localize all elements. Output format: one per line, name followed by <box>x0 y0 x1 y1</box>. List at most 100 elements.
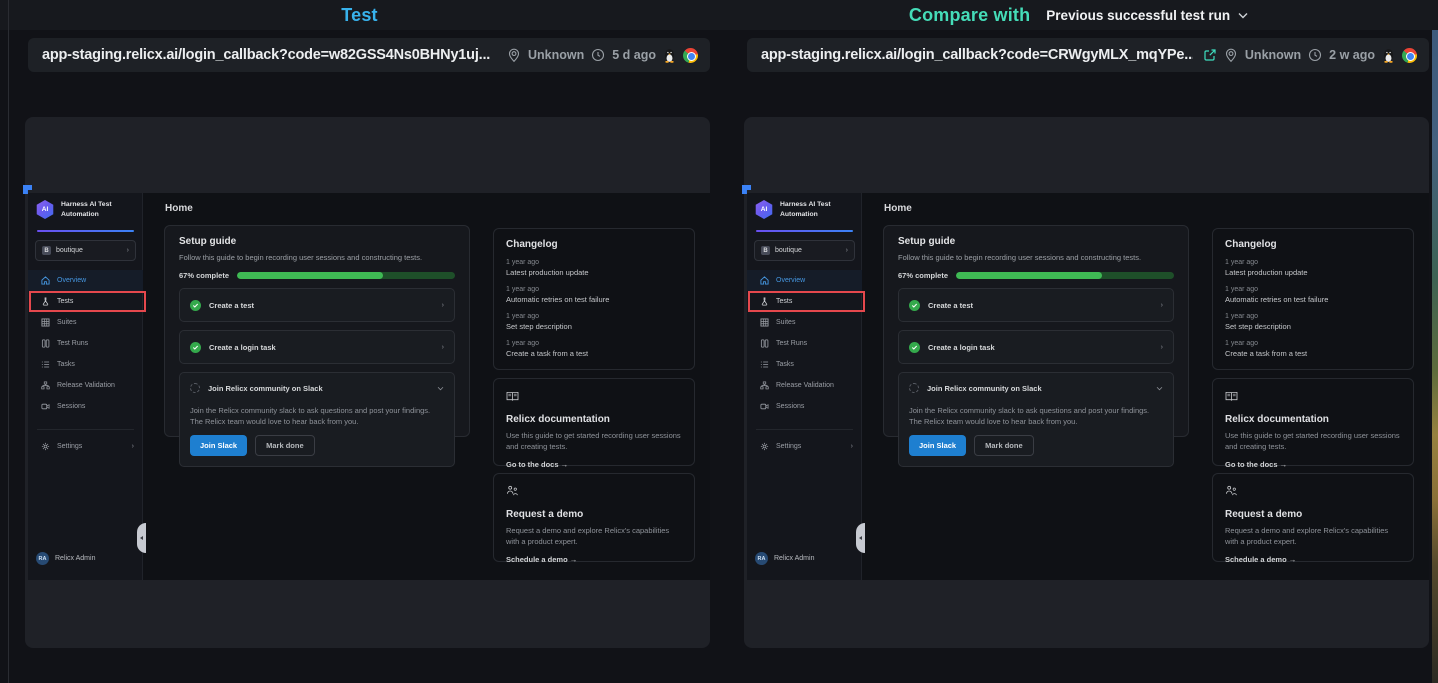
schedule-demo-link[interactable]: Schedule a demo → <box>1225 555 1401 564</box>
sidebar-item-release-validation[interactable]: Release Validation <box>747 375 862 396</box>
go-to-docs-link[interactable]: Go to the docs → <box>506 460 682 469</box>
documentation-card: Relicx documentation Use this guide to g… <box>493 378 695 466</box>
sidebar-item-settings[interactable]: Settings › <box>747 436 862 457</box>
setup-guide-title: Setup guide <box>898 236 1174 247</box>
grid-icon <box>41 318 50 327</box>
sidebar-item-tests[interactable]: Tests <box>28 291 143 312</box>
check-icon <box>909 300 920 311</box>
age-label: 5 d ago <box>612 48 656 62</box>
check-icon <box>190 342 201 353</box>
brand-name: Harness AI Test Automation <box>61 200 112 219</box>
gear-icon <box>760 442 769 451</box>
sidebar-item-settings[interactable]: Settings › <box>28 436 143 457</box>
home-icon <box>41 276 50 285</box>
panel-title-compare: Compare with <box>909 5 1030 26</box>
step-description: Join the Relicx community slack to ask q… <box>190 405 444 427</box>
sidebar-nav: Overview Tests Suites Test Runs Tasks <box>747 270 862 417</box>
setup-step-create-login-task[interactable]: Create a login task › <box>179 330 455 364</box>
setup-step-create-test[interactable]: Create a test › <box>898 288 1174 322</box>
harness-logo-icon: AI <box>36 200 54 219</box>
check-icon <box>909 342 920 353</box>
sidebar-item-overview[interactable]: Overview <box>747 270 862 291</box>
changelog-entry: 1 year ago Latest production update <box>506 259 682 277</box>
documentation-title: Relicx documentation <box>506 414 682 425</box>
progress-label: 67% complete <box>179 271 229 280</box>
brand-divider <box>37 230 134 232</box>
location-label: Unknown <box>1245 48 1301 62</box>
user-account[interactable]: RA Relicx Admin <box>755 552 814 565</box>
workflow-icon <box>760 381 769 390</box>
sidebar-item-test-runs[interactable]: Test Runs <box>747 333 862 354</box>
setup-guide-card: Setup guide Follow this guide to begin r… <box>883 225 1189 437</box>
sidebar-item-tasks[interactable]: Tasks <box>747 354 862 375</box>
documentation-description: Use this guide to get started recording … <box>1225 430 1401 452</box>
flask-icon <box>41 297 50 306</box>
columns-icon <box>41 339 50 348</box>
mark-done-button[interactable]: Mark done <box>974 435 1034 456</box>
compare-run-dropdown[interactable]: Previous successful test run <box>1046 8 1248 23</box>
schedule-demo-link[interactable]: Schedule a demo → <box>506 555 682 564</box>
documentation-card: Relicx documentation Use this guide to g… <box>1212 378 1414 466</box>
page-title: Home <box>884 203 912 214</box>
changelog-entry: 1 year ago Set step description <box>1225 313 1401 331</box>
user-account[interactable]: RA Relicx Admin <box>36 552 95 565</box>
changelog-title: Changelog <box>506 239 682 250</box>
panel-compare-header: Compare with Previous successful test ru… <box>719 0 1438 30</box>
sidebar-item-release-validation[interactable]: Release Validation <box>28 375 143 396</box>
setup-step-join-slack[interactable]: Join Relicx community on Slack Join the … <box>179 372 455 467</box>
join-slack-button[interactable]: Join Slack <box>909 435 966 456</box>
sidebar-item-tests[interactable]: Tests <box>747 291 862 312</box>
url-bar-current: app-staging.relicx.ai/login_callback?cod… <box>28 38 710 72</box>
check-icon <box>190 300 201 311</box>
chevron-down-icon <box>437 386 444 391</box>
project-selector[interactable]: B boutique › <box>754 240 855 261</box>
chevron-right-icon: › <box>132 443 134 450</box>
list-icon <box>41 360 50 369</box>
progress-label: 67% complete <box>898 271 948 280</box>
sidebar-item-suites[interactable]: Suites <box>28 312 143 333</box>
progress-fill <box>237 272 383 279</box>
changelog-entry: 1 year ago Latest production update <box>1225 259 1401 277</box>
page-title: Home <box>165 203 193 214</box>
screenshot-card-compare: AI Harness AI Test Automation B boutique… <box>744 117 1429 648</box>
app-sidebar: AI Harness AI Test Automation B boutique… <box>28 193 143 580</box>
chevron-down-icon <box>1156 386 1163 391</box>
request-demo-title: Request a demo <box>1225 509 1401 520</box>
linux-penguin-icon <box>663 48 676 63</box>
sidebar-item-sessions[interactable]: Sessions <box>28 396 143 417</box>
changelog-card: Changelog 1 year ago Latest production u… <box>1212 228 1414 370</box>
progress-fill <box>956 272 1102 279</box>
app-main: Home Setup guide Follow this guide to be… <box>862 193 1429 580</box>
age-label: 2 w ago <box>1329 48 1375 62</box>
join-slack-button[interactable]: Join Slack <box>190 435 247 456</box>
sidebar-item-sessions[interactable]: Sessions <box>747 396 862 417</box>
sidebar-item-suites[interactable]: Suites <box>747 312 862 333</box>
setup-guide-subtitle: Follow this guide to begin recording use… <box>179 253 455 262</box>
mark-done-button[interactable]: Mark done <box>255 435 315 456</box>
avatar: RA <box>36 552 49 565</box>
chevron-right-icon: › <box>1161 344 1163 351</box>
changelog-entry: 1 year ago Create a task from a test <box>1225 340 1401 358</box>
documentation-title: Relicx documentation <box>1225 414 1401 425</box>
sidebar-item-tasks[interactable]: Tasks <box>28 354 143 375</box>
home-icon <box>760 276 769 285</box>
gear-icon <box>41 442 50 451</box>
sidebar-item-overview[interactable]: Overview <box>28 270 143 291</box>
columns-icon <box>760 339 769 348</box>
request-demo-title: Request a demo <box>506 509 682 520</box>
project-selector[interactable]: B boutique › <box>35 240 136 261</box>
project-initial-badge: B <box>42 246 51 255</box>
go-to-docs-link[interactable]: Go to the docs → <box>1225 460 1401 469</box>
incomplete-circle-icon <box>190 383 200 393</box>
changelog-entry: 1 year ago Automatic retries on test fai… <box>1225 286 1401 304</box>
app-main: Home Setup guide Follow this guide to be… <box>143 193 710 580</box>
chevron-right-icon: › <box>127 247 129 254</box>
chevron-right-icon: › <box>442 302 444 309</box>
sidebar-item-test-runs[interactable]: Test Runs <box>28 333 143 354</box>
setup-step-create-login-task[interactable]: Create a login task › <box>898 330 1174 364</box>
setup-step-create-test[interactable]: Create a test › <box>179 288 455 322</box>
incomplete-circle-icon <box>909 383 919 393</box>
setup-step-join-slack[interactable]: Join Relicx community on Slack Join the … <box>898 372 1174 467</box>
external-link-icon[interactable] <box>1203 48 1217 62</box>
brand: AI Harness AI Test Automation <box>755 200 831 219</box>
